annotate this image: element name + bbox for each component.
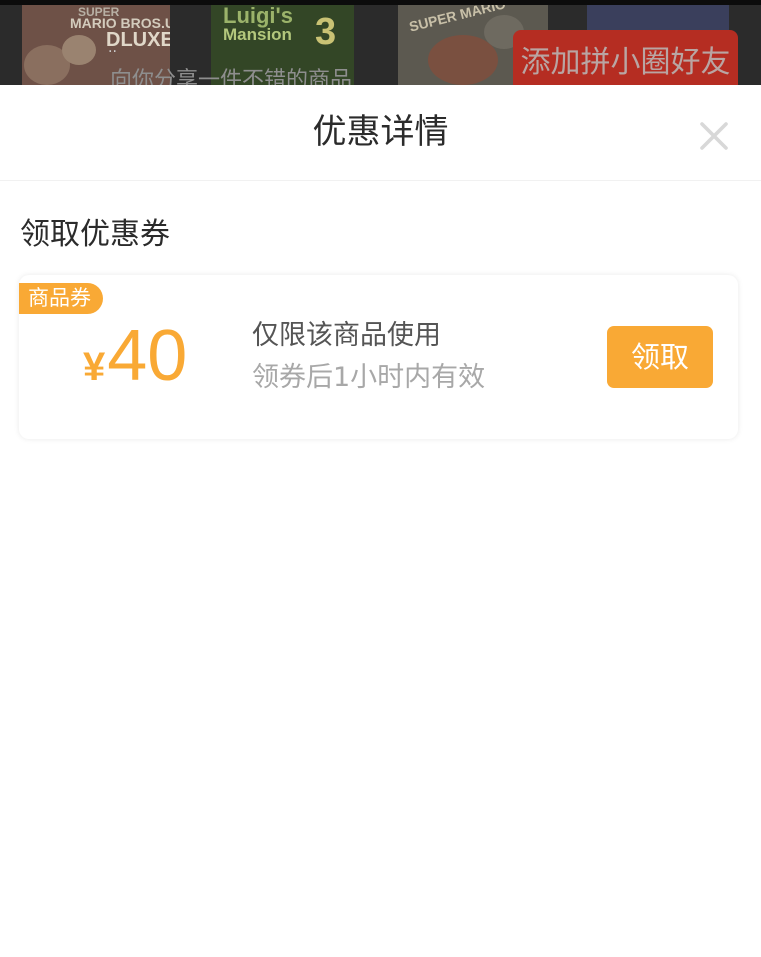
sheet-title: 优惠详情 <box>312 112 449 152</box>
coupon-detail-sheet: 优惠详情 领取优惠券 商品券 ¥40 仅限该商品使用 领券后1小时内有效 领取 <box>0 85 761 957</box>
claim-button[interactable]: 领取 <box>607 326 713 388</box>
currency-symbol: ¥ <box>83 345 106 389</box>
coupon-type-badge: 商品券 <box>19 283 103 314</box>
thumbnail-text: 3 <box>315 11 337 53</box>
thumbnail-text: Mansion <box>223 25 292 44</box>
share-dots: ·· <box>108 44 117 60</box>
close-icon <box>700 122 728 150</box>
section-title: 领取优惠券 <box>20 217 170 252</box>
thumbnail-shape <box>62 35 96 65</box>
share-message: 向你分享一件不错的商品 <box>110 68 353 85</box>
sheet-header: 优惠详情 <box>0 85 761 181</box>
coupon-card: 商品券 ¥40 仅限该商品使用 领券后1小时内有效 领取 <box>19 275 738 439</box>
coupon-amount: ¥40 <box>83 315 188 396</box>
coupon-description: 仅限该商品使用 <box>252 320 441 351</box>
background-overlay[interactable]: SUPER MARIO BROS.U DLUXE Luigi's Mansion… <box>0 0 761 85</box>
app-screen: SUPER MARIO BROS.U DLUXE Luigi's Mansion… <box>0 0 761 957</box>
amount-value: 40 <box>107 316 188 396</box>
close-button[interactable] <box>696 118 732 154</box>
coupon-validity: 领券后1小时内有效 <box>252 362 486 393</box>
add-friend-button[interactable]: 添加拼小圈好友 <box>513 30 738 85</box>
